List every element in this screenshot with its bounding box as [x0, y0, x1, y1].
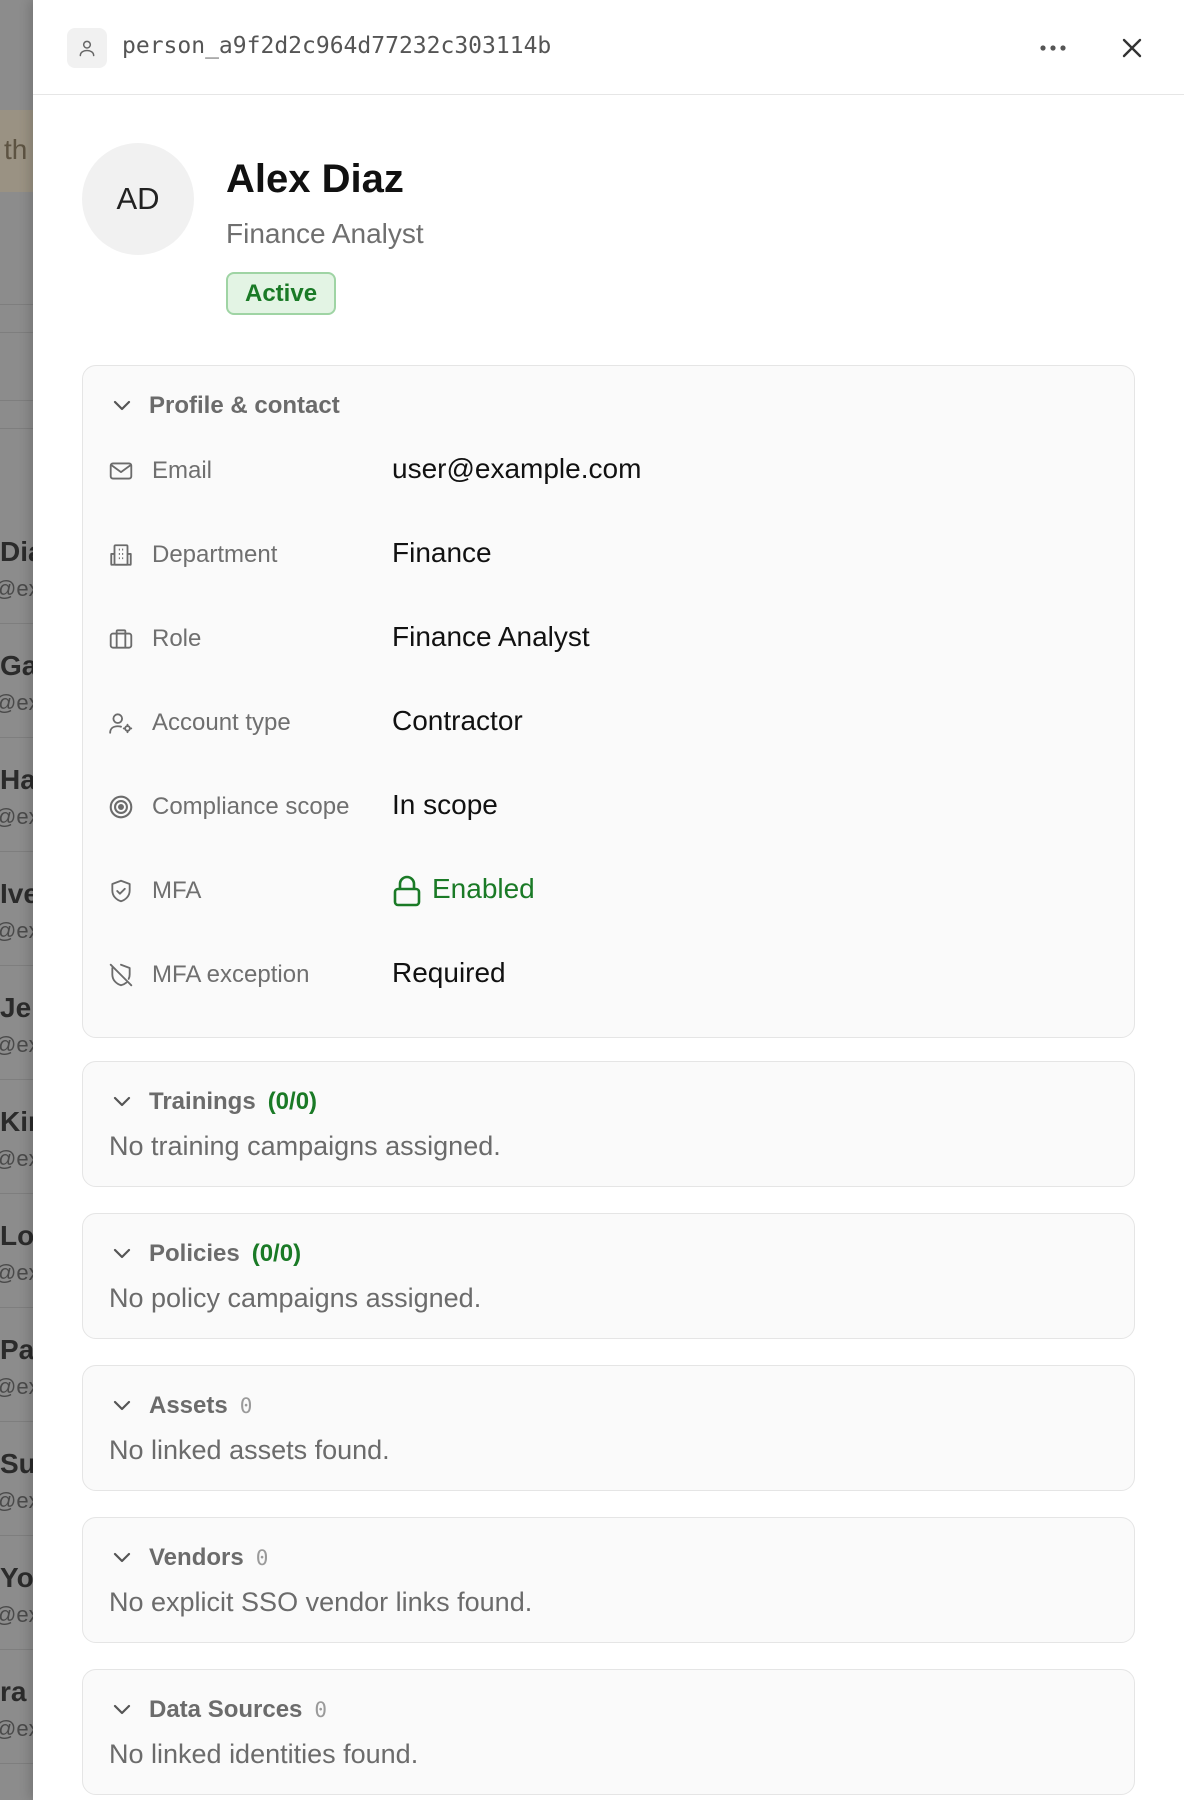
target-icon	[107, 793, 135, 821]
trainings-toggle[interactable]: Trainings (0/0)	[109, 1086, 317, 1118]
assets-card: Assets 0 No linked assets found.	[82, 1365, 1135, 1491]
policies-card: Policies (0/0) No policy campaigns assig…	[82, 1213, 1135, 1339]
more-horizontal-icon	[1040, 45, 1066, 51]
assets-empty-text: No linked assets found.	[109, 1435, 390, 1465]
record-id: person_a9f2d2c964d77232c303114b	[122, 33, 552, 59]
vendors-count: 0	[255, 1546, 269, 1570]
department-value: Finance	[392, 537, 492, 568]
field-email: Email user@example.com	[107, 451, 1107, 491]
person-header: AD Alex Diaz Finance Analyst Active	[33, 95, 1184, 365]
chevron-down-icon	[109, 1393, 135, 1419]
policies-toggle[interactable]: Policies (0/0)	[109, 1238, 301, 1270]
chevron-down-icon	[109, 1545, 135, 1571]
drawer-topbar: person_a9f2d2c964d77232c303114b	[33, 0, 1184, 95]
trainings-card: Trainings (0/0) No training campaigns as…	[82, 1061, 1135, 1187]
shield-check-icon	[107, 877, 135, 905]
policies-count: (0/0)	[251, 1240, 302, 1267]
person-title: Finance Analyst	[226, 218, 424, 249]
chevron-down-icon	[109, 393, 135, 419]
data-sources-toggle[interactable]: Data Sources 0	[109, 1694, 327, 1726]
person-icon	[67, 28, 107, 68]
mfa-exception-value: Required	[392, 957, 506, 988]
data-sources-count: 0	[314, 1698, 328, 1722]
compliance-scope-value: In scope	[392, 789, 498, 820]
assets-count: 0	[239, 1394, 253, 1418]
account-type-value: Contractor	[392, 705, 523, 736]
profile-contact-toggle[interactable]: Profile & contact	[109, 390, 340, 422]
chevron-down-icon	[109, 1697, 135, 1723]
assets-toggle[interactable]: Assets 0	[109, 1390, 252, 1422]
data-sources-empty-text: No linked identities found.	[109, 1739, 419, 1769]
field-compliance-scope: Compliance scope In scope	[107, 787, 1107, 827]
trainings-empty-text: No training campaigns assigned.	[109, 1131, 501, 1161]
close-button[interactable]	[1112, 28, 1152, 68]
vendors-empty-text: No explicit SSO vendor links found.	[109, 1587, 533, 1617]
policies-empty-text: No policy campaigns assigned.	[109, 1283, 482, 1313]
chevron-down-icon	[109, 1089, 135, 1115]
person-detail-drawer: person_a9f2d2c964d77232c303114b AD Alex …	[33, 0, 1184, 1800]
chevron-down-icon	[109, 1241, 135, 1267]
data-sources-card: Data Sources 0 No linked identities foun…	[82, 1669, 1135, 1795]
building-icon	[107, 541, 135, 569]
field-department: Department Finance	[107, 535, 1107, 575]
field-account-type: Account type Contractor	[107, 703, 1107, 743]
field-mfa: MFA Enabled	[107, 871, 1107, 911]
email-value: user@example.com	[392, 453, 642, 484]
briefcase-icon	[107, 625, 135, 653]
background-header-text: th	[4, 134, 28, 165]
more-options-button[interactable]	[1031, 28, 1075, 68]
status-badge: Active	[226, 272, 337, 315]
mail-icon	[107, 457, 135, 485]
profile-contact-card: Profile & contact Email user@example.com…	[82, 365, 1135, 1038]
field-role: Role Finance Analyst	[107, 619, 1107, 659]
user-cog-icon	[107, 709, 135, 737]
shield-off-icon	[107, 961, 135, 989]
field-mfa-exception: MFA exception Required	[107, 955, 1107, 995]
vendors-toggle[interactable]: Vendors 0	[109, 1542, 268, 1574]
avatar: AD	[82, 143, 194, 255]
mfa-value: Enabled	[432, 873, 535, 904]
role-value: Finance Analyst	[392, 621, 590, 652]
close-icon	[1122, 38, 1142, 58]
trainings-count: (0/0)	[267, 1088, 318, 1115]
vendors-card: Vendors 0 No explicit SSO vendor links f…	[82, 1517, 1135, 1643]
person-name: Alex Diaz	[226, 157, 404, 201]
lock-icon	[393, 875, 421, 907]
